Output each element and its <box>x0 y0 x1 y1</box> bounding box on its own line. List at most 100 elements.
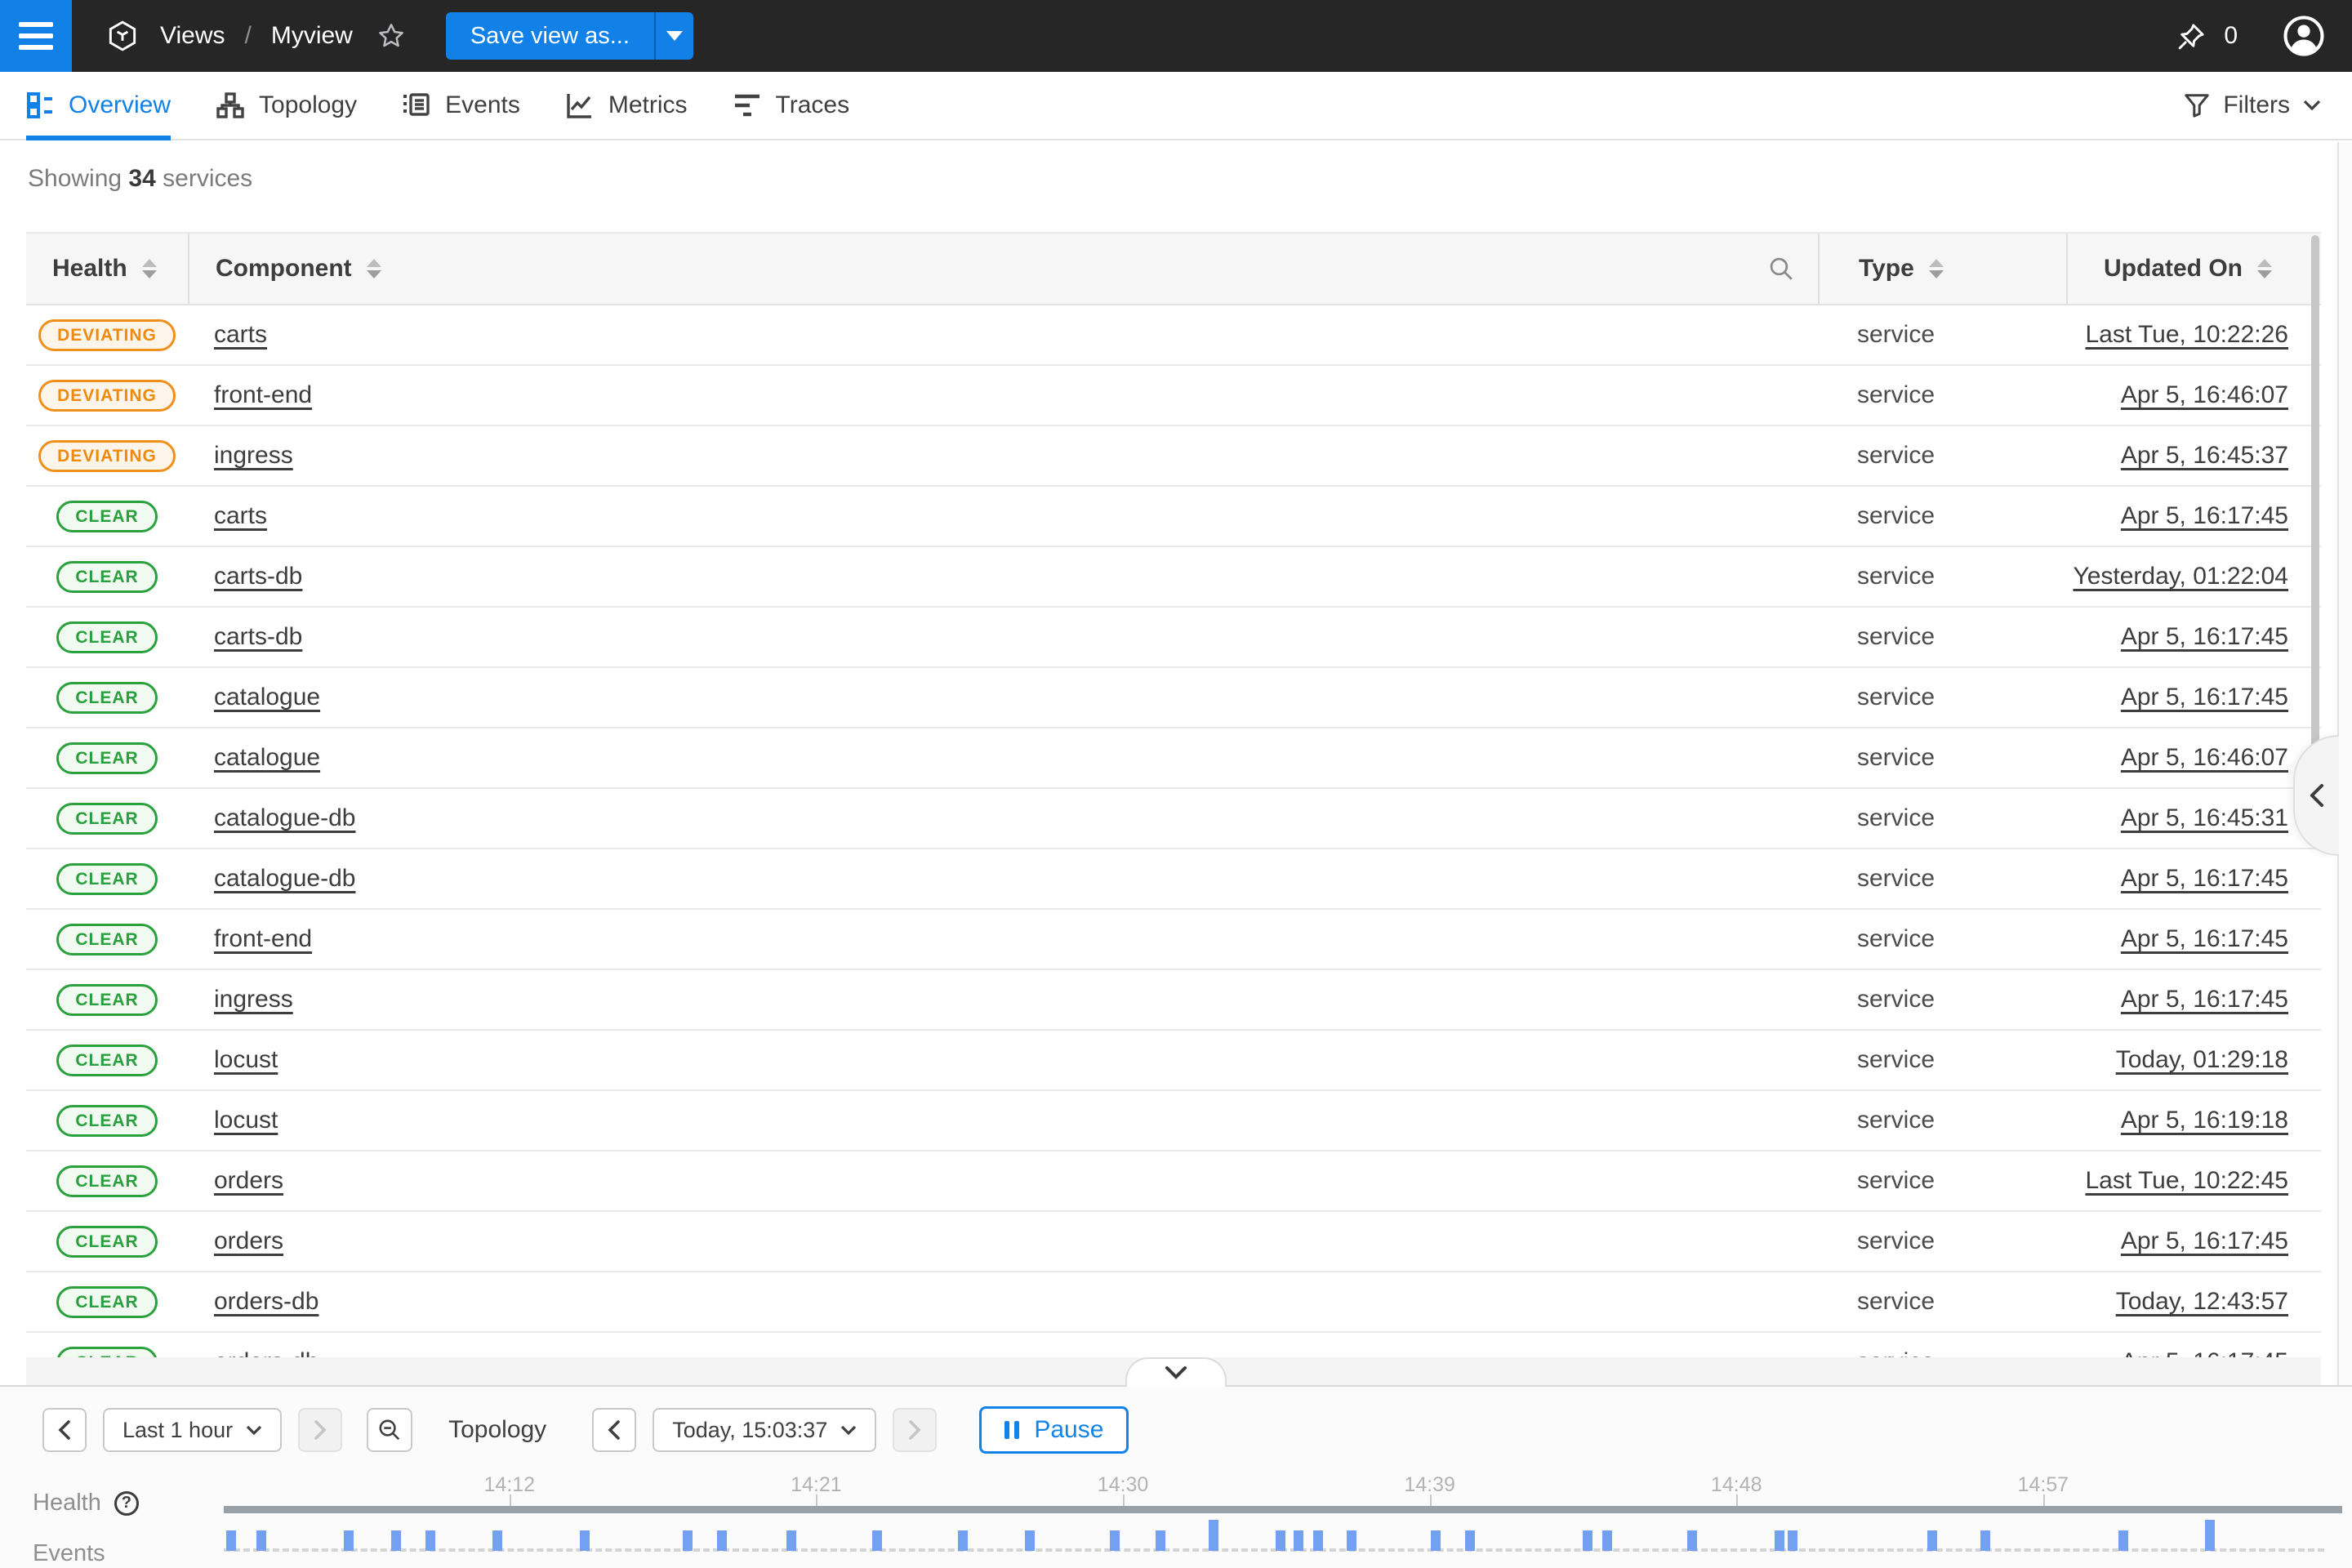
component-link[interactable]: catalogue-db <box>214 865 355 892</box>
event-bar[interactable] <box>1431 1530 1441 1551</box>
updated-on-link[interactable]: Apr 5, 16:17:45 <box>2121 1227 2288 1254</box>
component-link[interactable]: carts <box>214 502 267 529</box>
updated-on-link[interactable]: Today, 01:29:18 <box>2116 1046 2288 1073</box>
event-bar[interactable] <box>958 1530 968 1551</box>
pin-icon[interactable] <box>2175 19 2209 53</box>
save-view-dropdown-arrow[interactable] <box>654 12 693 60</box>
component-link[interactable]: orders <box>214 1167 283 1194</box>
updated-on-link[interactable]: Last Tue, 10:22:26 <box>2085 321 2288 348</box>
event-bar[interactable] <box>1687 1530 1697 1551</box>
component-link[interactable]: locust <box>214 1046 278 1073</box>
event-bar[interactable] <box>1313 1530 1323 1551</box>
event-bar[interactable] <box>683 1530 693 1551</box>
updated-on-link[interactable]: Apr 5, 16:17:45 <box>2121 925 2288 952</box>
health-status-badge: CLEAR <box>56 1045 157 1076</box>
event-bar[interactable] <box>1788 1530 1797 1551</box>
component-link[interactable]: carts-db <box>214 623 302 650</box>
component-link[interactable]: carts-db <box>214 563 302 590</box>
updated-on-link[interactable]: Apr 5, 16:17:45 <box>2121 986 2288 1013</box>
expand-timeline-button[interactable] <box>1125 1357 1227 1387</box>
event-bar[interactable] <box>1465 1530 1475 1551</box>
component-link[interactable]: front-end <box>214 925 312 952</box>
event-bar[interactable] <box>492 1530 502 1551</box>
component-link[interactable]: ingress <box>214 442 293 469</box>
component-link[interactable]: catalogue <box>214 684 320 710</box>
star-icon[interactable] <box>376 20 407 51</box>
column-header-health[interactable]: Health <box>26 234 188 304</box>
sort-arrows-icon[interactable] <box>2257 259 2272 278</box>
breadcrumb-views[interactable]: Views <box>160 22 225 50</box>
tab-events[interactable]: Events <box>403 72 520 139</box>
event-bar[interactable] <box>872 1530 882 1551</box>
updated-on-link[interactable]: Yesterday, 01:22:04 <box>2073 563 2288 590</box>
event-bar[interactable] <box>1775 1530 1784 1551</box>
range-back-button[interactable] <box>42 1408 87 1452</box>
updated-on-link[interactable]: Apr 5, 16:17:45 <box>2121 623 2288 650</box>
component-link[interactable]: catalogue-db <box>214 804 355 831</box>
component-link[interactable]: catalogue <box>214 744 320 771</box>
event-bar[interactable] <box>1025 1530 1035 1551</box>
event-bar[interactable] <box>717 1530 727 1551</box>
updated-on-link[interactable]: Apr 5, 16:19:18 <box>2121 1107 2288 1134</box>
column-header-updated-on[interactable]: Updated On <box>2066 234 2321 304</box>
user-avatar-icon[interactable] <box>2282 14 2326 58</box>
event-bar[interactable] <box>344 1530 354 1551</box>
event-bar[interactable] <box>2205 1520 2215 1551</box>
component-link[interactable]: orders-db <box>214 1288 318 1315</box>
tab-topology[interactable]: Topology <box>216 72 357 139</box>
tab-traces[interactable]: Traces <box>733 72 850 139</box>
event-bar[interactable] <box>1156 1530 1165 1551</box>
table-search-button[interactable] <box>1746 234 1818 304</box>
updated-on-link[interactable]: Apr 5, 16:17:45 <box>2121 865 2288 892</box>
table-scrollbar[interactable] <box>2311 235 2319 774</box>
event-bar[interactable] <box>1209 1520 1218 1551</box>
component-link[interactable]: carts <box>214 321 267 348</box>
event-bar[interactable] <box>1927 1530 1937 1551</box>
updated-on-link[interactable]: Last Tue, 10:22:45 <box>2085 1167 2288 1194</box>
event-bar[interactable] <box>1347 1530 1356 1551</box>
hamburger-menu-button[interactable] <box>0 0 72 72</box>
help-icon[interactable]: ? <box>114 1491 139 1516</box>
component-link[interactable]: locust <box>214 1107 278 1134</box>
event-bar[interactable] <box>226 1530 236 1551</box>
event-bar[interactable] <box>425 1530 435 1551</box>
component-link[interactable]: front-end <box>214 381 312 408</box>
sort-arrows-icon[interactable] <box>142 259 157 278</box>
health-status-badge: CLEAR <box>56 742 157 774</box>
updated-on-link[interactable]: Today, 12:43:57 <box>2116 1288 2288 1315</box>
save-view-as-button[interactable]: Save view as... <box>446 12 654 60</box>
updated-on-link[interactable]: Apr 5, 16:17:45 <box>2121 684 2288 710</box>
filters-button[interactable]: Filters <box>2184 91 2321 119</box>
event-bar[interactable] <box>1583 1530 1592 1551</box>
event-bar[interactable] <box>256 1530 266 1551</box>
updated-on-link[interactable]: Apr 5, 16:45:31 <box>2121 804 2288 831</box>
updated-on-link[interactable]: Apr 5, 16:17:45 <box>2121 502 2288 529</box>
sort-arrows-icon[interactable] <box>1929 259 1944 278</box>
component-cell: carts <box>188 321 1818 349</box>
updated-on-link[interactable]: Apr 5, 16:45:37 <box>2121 442 2288 469</box>
updated-on-link[interactable]: Apr 5, 16:17:45 <box>2121 1348 2288 1357</box>
events-list-icon <box>403 91 430 119</box>
updated-on-link[interactable]: Apr 5, 16:46:07 <box>2121 744 2288 771</box>
column-header-component[interactable]: Component <box>188 234 1746 304</box>
event-bar[interactable] <box>1110 1530 1120 1551</box>
event-bar[interactable] <box>580 1530 590 1551</box>
component-link[interactable]: orders-db <box>214 1348 318 1357</box>
event-bar[interactable] <box>786 1530 796 1551</box>
event-bar[interactable] <box>2118 1530 2128 1551</box>
tab-overview[interactable]: Overview <box>26 72 171 139</box>
health-timeline-bar[interactable] <box>224 1506 2342 1513</box>
component-link[interactable]: ingress <box>214 986 293 1013</box>
event-bar[interactable] <box>1602 1530 1612 1551</box>
component-link[interactable]: orders <box>214 1227 283 1254</box>
event-bar[interactable] <box>1980 1530 1990 1551</box>
tab-metrics[interactable]: Metrics <box>566 72 688 139</box>
updated-on-link[interactable]: Apr 5, 16:46:07 <box>2121 381 2288 408</box>
event-bar[interactable] <box>391 1530 401 1551</box>
column-header-type[interactable]: Type <box>1818 234 2066 304</box>
sort-arrows-icon[interactable] <box>367 259 381 278</box>
event-bar[interactable] <box>1276 1530 1285 1551</box>
event-bar[interactable] <box>1294 1530 1303 1551</box>
timeline-track[interactable]: 14:1214:2114:3014:3914:4814:57 15:03:37 <box>224 1387 2269 1568</box>
table-row: CLEAR front-end service Apr 5, 16:17:45 <box>26 910 2321 970</box>
